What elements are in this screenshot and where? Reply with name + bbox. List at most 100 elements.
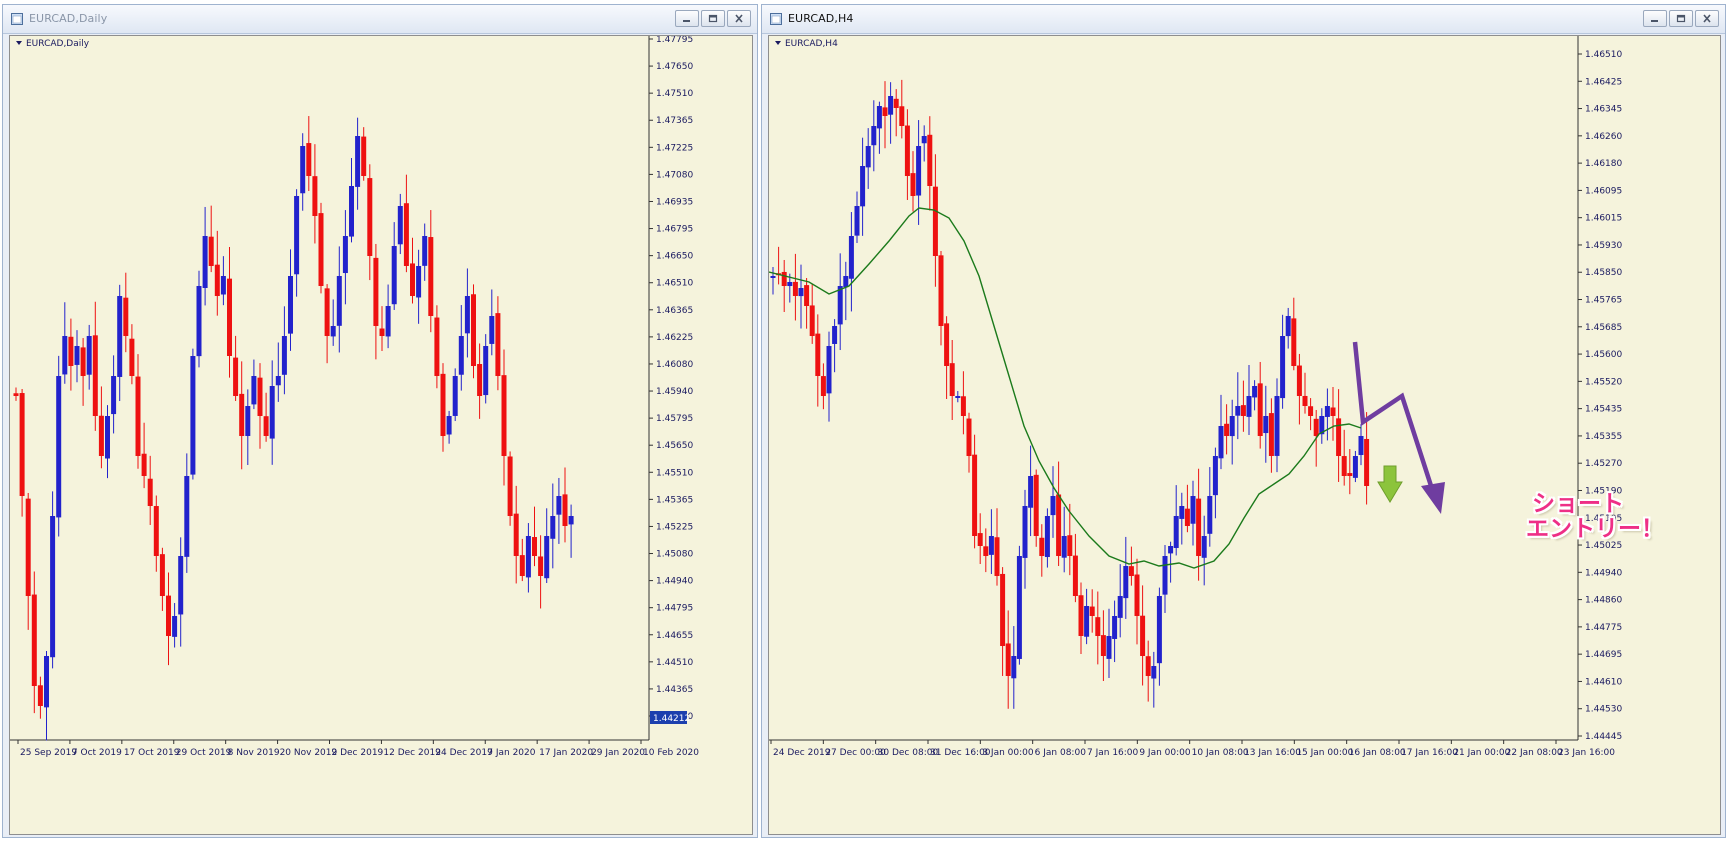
h4-candle-body	[1168, 546, 1174, 554]
h4-candle-body	[1084, 606, 1090, 637]
price-chart-h4[interactable]: EURCAD,H4 1.46510 1.46425 1.46345 1.46260 1.…	[768, 35, 1721, 835]
daily-candle-body	[428, 237, 434, 316]
h4-candle-body	[1196, 498, 1202, 556]
h4-candle-body	[888, 96, 894, 115]
daily-candle-body	[519, 555, 525, 576]
current-price-label: 1.44212	[653, 714, 690, 724]
daily-candle-body	[257, 377, 263, 416]
restore-icon	[1676, 14, 1686, 23]
daily-candle-body	[62, 336, 68, 375]
date-tick-label: 12 Dec 2019	[383, 748, 441, 758]
window-titlebar[interactable]: EURCAD,H4	[762, 5, 1725, 34]
h4-candle-body	[820, 376, 826, 396]
minimize-icon	[683, 19, 690, 22]
h4-candle-body	[1330, 407, 1336, 416]
date-tick-label: 9 Jan 00:00	[1139, 748, 1191, 758]
daily-candle-body	[471, 294, 476, 366]
chart-window-h4[interactable]: EURCAD,H4 EURCAD,H4 1.46510 1.46425 1.4634…	[761, 4, 1726, 838]
date-tick-label: 8 Nov 2019	[228, 748, 280, 758]
date-tick-label: 2 Dec 2019	[332, 748, 384, 758]
price-tick-label: 1.44940	[656, 577, 693, 587]
h4-candle-body	[1246, 396, 1252, 417]
restore-button[interactable]	[1669, 10, 1693, 27]
price-tick-label: 1.44445	[1585, 732, 1622, 742]
date-tick-label: 17 Jan 2020	[539, 748, 593, 758]
daily-candle-body	[416, 266, 422, 298]
close-button[interactable]	[727, 10, 751, 27]
short-entry-note: ショート エントリー！	[1526, 492, 1664, 542]
minimize-button[interactable]	[675, 10, 699, 27]
h4-candle-body	[1184, 508, 1190, 526]
h4-candle-body	[1078, 595, 1084, 636]
h4-candle-body	[1117, 596, 1123, 618]
h4-candle-body	[826, 346, 832, 394]
h4-candle-body	[781, 271, 787, 286]
h4-candle-body	[1302, 395, 1308, 406]
h4-candle-body	[955, 396, 961, 398]
close-icon	[735, 14, 743, 23]
h4-candle-body	[960, 396, 966, 416]
h4-candle-body	[1324, 406, 1330, 417]
price-tick-label: 1.45765	[1585, 296, 1622, 306]
h4-candle-body	[1190, 496, 1196, 524]
minimize-button[interactable]	[1643, 10, 1667, 27]
price-tick-label: 1.44940	[1585, 568, 1622, 578]
h4-candle-body	[972, 454, 978, 536]
h4-candle-body	[1291, 318, 1297, 366]
chart-window-daily[interactable]: EURCAD,Daily EURCAD,Daily 1.47795 1.47650…	[2, 4, 758, 838]
h4-candle-body	[1341, 456, 1347, 476]
h4-candle-body	[1162, 556, 1168, 595]
date-tick-label: 16 Jan 08:00	[1349, 748, 1406, 758]
h4-candle-body	[1201, 536, 1207, 558]
h4-candle-body	[916, 146, 922, 196]
h4-candle-body	[865, 146, 871, 168]
price-tick-label: 1.46510	[656, 279, 693, 289]
price-tick-label: 1.44510	[656, 658, 693, 668]
daily-candle-body	[336, 276, 342, 326]
price-tick-label: 1.47795	[656, 36, 693, 45]
daily-candle-body	[227, 278, 232, 356]
daily-candle-body	[141, 453, 147, 476]
date-tick-label: 17 Oct 2019	[124, 748, 180, 758]
date-tick-label: 7 Oct 2019	[72, 748, 122, 758]
short-entry-note-line2: エントリー！	[1526, 516, 1664, 542]
h4-candle-body	[1005, 643, 1011, 676]
h4-candle-body	[1095, 617, 1101, 636]
price-tick-label: 1.46795	[656, 225, 693, 235]
h4-candle-body	[809, 305, 815, 336]
daily-candle-body	[556, 496, 562, 515]
window-title: EURCAD,H4	[788, 12, 854, 25]
close-button[interactable]	[1695, 10, 1719, 27]
h4-candle-body	[1224, 423, 1230, 436]
h4-candle-body	[1274, 396, 1280, 456]
h4-candle-body	[893, 98, 899, 108]
price-tick-label: 1.44530	[1585, 705, 1622, 715]
date-tick-label: 7 Jan 2020	[487, 748, 535, 758]
price-tick-label: 1.46015	[1585, 214, 1622, 224]
daily-candle-body	[318, 213, 324, 286]
h4-candle-body	[798, 288, 804, 297]
restore-button[interactable]	[701, 10, 725, 27]
h4-candle-body	[860, 166, 866, 207]
h4-candle-body	[1028, 476, 1034, 508]
price-tick-label: 1.45355	[1585, 432, 1622, 442]
daily-candle-body	[239, 393, 245, 436]
window-titlebar[interactable]: EURCAD,Daily	[3, 5, 757, 34]
h4-candle-body	[1212, 456, 1218, 496]
h4-candle-body	[988, 536, 994, 555]
daily-candle-body	[410, 263, 415, 296]
h4-candle-body	[1280, 336, 1286, 399]
price-tick-label: 1.46345	[1585, 105, 1622, 115]
daily-candle-body	[123, 297, 129, 336]
price-tick-label: 1.46935	[656, 197, 693, 207]
price-tick-label: 1.45365	[656, 495, 693, 505]
h4-candle-body	[1134, 574, 1140, 616]
chart-window-icon	[770, 13, 782, 25]
price-chart-daily[interactable]: EURCAD,Daily 1.47795 1.47650 1.47510 1.4736…	[9, 35, 753, 835]
restore-icon	[708, 14, 718, 23]
date-tick-label: 23 Jan 16:00	[1558, 748, 1615, 758]
daily-candle-body	[568, 516, 574, 525]
h4-candle-body	[904, 125, 910, 176]
price-tick-label: 1.45600	[1585, 350, 1622, 360]
h4-candle-body	[854, 206, 860, 236]
